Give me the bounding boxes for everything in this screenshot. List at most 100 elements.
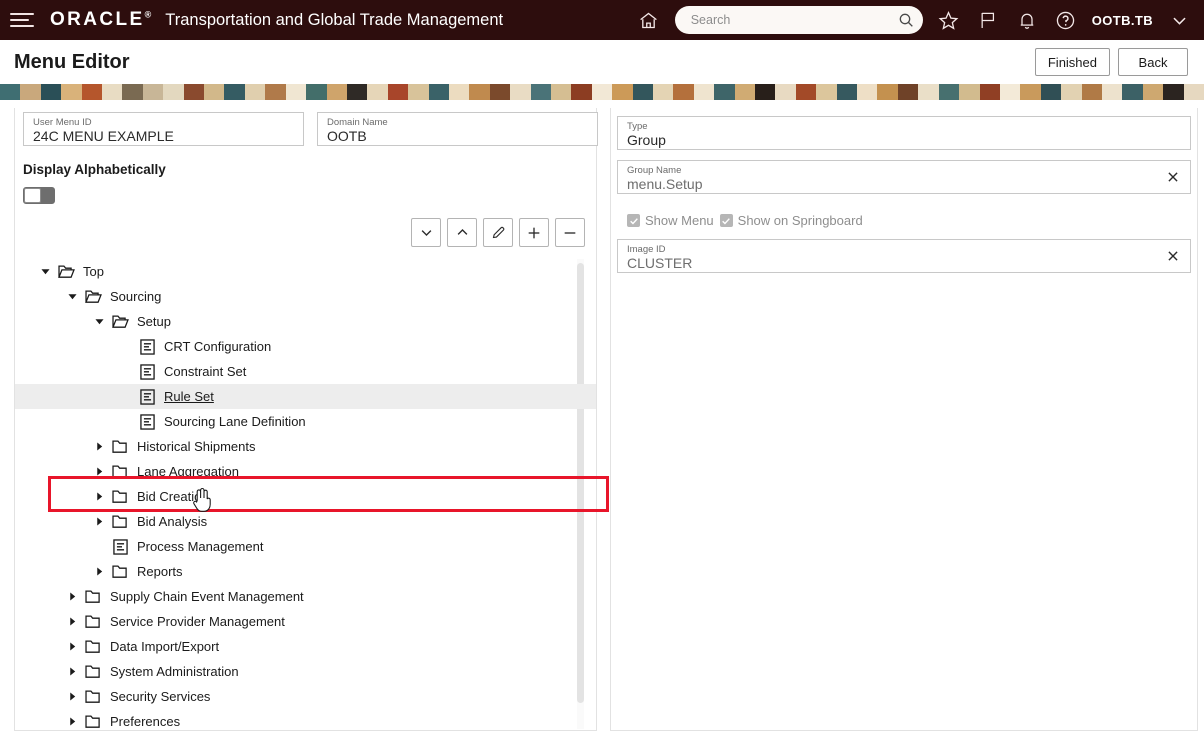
- tree-item-supply-chain-event-management[interactable]: Supply Chain Event Management: [15, 584, 596, 609]
- twisty-collapsed-icon[interactable]: [91, 464, 107, 480]
- user-menu-id-value: 24C MENU EXAMPLE: [33, 128, 174, 144]
- tree-item-sourcing[interactable]: Sourcing: [15, 284, 596, 309]
- image-id-value: CLUSTER: [627, 255, 693, 271]
- band-stripe: [224, 84, 245, 100]
- back-button[interactable]: Back: [1118, 48, 1188, 76]
- folder-icon: [84, 638, 103, 655]
- tree-item-label: CRT Configuration: [164, 339, 272, 354]
- band-stripe: [612, 84, 633, 100]
- star-icon[interactable]: [936, 7, 962, 33]
- tree-item-sourcing-lane-definition[interactable]: Sourcing Lane Definition: [15, 409, 596, 434]
- group-name-field[interactable]: Group Name menu.Setup: [617, 160, 1191, 194]
- finished-button[interactable]: Finished: [1034, 48, 1110, 76]
- move-down-button[interactable]: [411, 218, 441, 247]
- oracle-wordmark: ORACLE: [50, 9, 145, 30]
- band-stripe: [163, 84, 184, 100]
- tree-item-label: Top: [83, 264, 104, 279]
- show-menu-checkbox[interactable]: [627, 214, 640, 227]
- hamburger-line: [10, 19, 29, 21]
- band-stripe: [265, 84, 286, 100]
- search-box[interactable]: [674, 6, 923, 34]
- tree-item-bid-creation[interactable]: Bid Creation: [15, 484, 596, 509]
- tree-item-security-services[interactable]: Security Services: [15, 684, 596, 709]
- twisty-collapsed-icon[interactable]: [91, 514, 107, 530]
- twisty-collapsed-icon[interactable]: [64, 589, 80, 605]
- band-stripe: [20, 84, 41, 100]
- bell-icon[interactable]: [1014, 7, 1040, 33]
- tree-item-reports[interactable]: Reports: [15, 559, 596, 584]
- tree-item-historical-shipments[interactable]: Historical Shipments: [15, 434, 596, 459]
- tree-item-label: Service Provider Management: [110, 614, 285, 629]
- twisty-collapsed-icon[interactable]: [91, 489, 107, 505]
- band-stripe: [1122, 84, 1143, 100]
- tree-item-service-provider-management[interactable]: Service Provider Management: [15, 609, 596, 634]
- flag-icon[interactable]: [975, 7, 1001, 33]
- folder-icon: [57, 263, 76, 280]
- folder-icon: [111, 463, 130, 480]
- twisty-collapsed-icon[interactable]: [64, 664, 80, 680]
- tree-item-setup[interactable]: Setup: [15, 309, 596, 334]
- clear-image-id-icon[interactable]: [1164, 247, 1182, 265]
- band-stripe: [653, 84, 674, 100]
- hamburger-line: [10, 25, 34, 27]
- search-input[interactable]: [688, 12, 895, 28]
- domain-name-field[interactable]: Domain Name OOTB: [317, 112, 598, 146]
- twisty-expanded-icon[interactable]: [37, 264, 53, 280]
- twisty-collapsed-icon[interactable]: [91, 439, 107, 455]
- twisty-expanded-icon[interactable]: [91, 314, 107, 330]
- twisty-collapsed-icon[interactable]: [64, 689, 80, 705]
- band-stripe: [326, 84, 347, 100]
- user-menu-id-field[interactable]: User Menu ID 24C MENU EXAMPLE: [23, 112, 304, 146]
- add-button[interactable]: [519, 218, 549, 247]
- tree-item-label: Setup: [137, 314, 171, 329]
- show-menu-checkbox-item[interactable]: Show Menu: [627, 213, 714, 228]
- move-up-button[interactable]: [447, 218, 477, 247]
- tree-item-data-import-export[interactable]: Data Import/Export: [15, 634, 596, 659]
- show-on-springboard-checkbox-item[interactable]: Show on Springboard: [719, 213, 863, 228]
- twisty-collapsed-icon[interactable]: [91, 564, 107, 580]
- tree-item-process-management[interactable]: Process Management: [15, 534, 596, 559]
- search-icon[interactable]: [895, 9, 917, 31]
- page-icon: [111, 538, 130, 555]
- tree-item-lane-aggregation[interactable]: Lane Aggregation: [15, 459, 596, 484]
- tree-item-label: Lane Aggregation: [137, 464, 239, 479]
- tree-toolbar: [15, 204, 596, 247]
- tree-item-preferences[interactable]: Preferences: [15, 709, 596, 729]
- tree-item-constraint-set[interactable]: Constraint Set: [15, 359, 596, 384]
- band-stripe: [1061, 84, 1082, 100]
- edit-button[interactable]: [483, 218, 513, 247]
- node-properties-fields: Type Group Group Name menu.Setup Show Me…: [617, 116, 1191, 273]
- remove-button[interactable]: [555, 218, 585, 247]
- menu-tree[interactable]: Top Sourcing Setup CRT Configuration Constra…: [15, 259, 596, 729]
- twisty-collapsed-icon[interactable]: [64, 614, 80, 630]
- type-field[interactable]: Type Group: [617, 116, 1191, 150]
- show-on-springboard-checkbox[interactable]: [719, 214, 733, 227]
- twisty-collapsed-icon[interactable]: [64, 639, 80, 655]
- tree-item-system-administration[interactable]: System Administration: [15, 659, 596, 684]
- band-stripe: [1101, 84, 1123, 100]
- tree-item-label: Security Services: [110, 689, 211, 704]
- twisty-collapsed-icon[interactable]: [64, 714, 80, 730]
- band-stripe: [836, 84, 858, 100]
- hamburger-icon[interactable]: [10, 10, 36, 30]
- tree-item-bid-analysis[interactable]: Bid Analysis: [15, 509, 596, 534]
- band-stripe: [673, 84, 694, 100]
- band-stripe: [346, 84, 368, 100]
- user-menu-label[interactable]: OOTB.TB: [1092, 13, 1153, 28]
- home-icon[interactable]: [636, 7, 662, 33]
- display-alphabetically-toggle[interactable]: [23, 187, 55, 204]
- toggle-knob: [24, 188, 41, 203]
- clear-group-name-icon[interactable]: [1164, 168, 1182, 186]
- tree-item-top[interactable]: Top: [15, 259, 596, 284]
- chevron-down-icon[interactable]: [1166, 7, 1192, 33]
- help-icon[interactable]: [1053, 7, 1079, 33]
- tree-item-label: Historical Shipments: [137, 439, 256, 454]
- twisty-expanded-icon[interactable]: [64, 289, 80, 305]
- show-menu-label: Show Menu: [645, 213, 714, 228]
- header-actions: OOTB.TB: [636, 6, 1192, 34]
- image-id-field[interactable]: Image ID CLUSTER: [617, 239, 1191, 273]
- tree-item-label: Reports: [137, 564, 183, 579]
- tree-item-rule-set[interactable]: Rule Set: [15, 384, 596, 409]
- tree-item-crt-configuration[interactable]: CRT Configuration: [15, 334, 596, 359]
- page-icon: [138, 388, 157, 405]
